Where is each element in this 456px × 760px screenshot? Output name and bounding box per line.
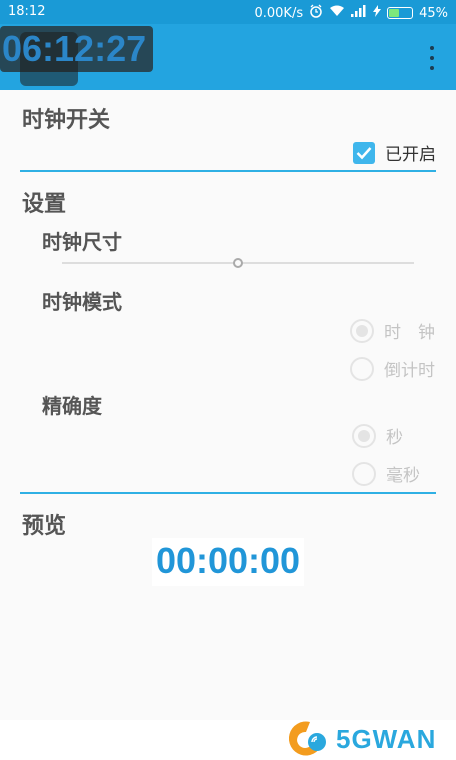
precision-option-seconds[interactable]: 秒 (352, 423, 403, 448)
network-speed: 0.00K/s (254, 5, 304, 21)
mode-option-clock[interactable]: 时 钟 (350, 318, 435, 343)
clock-enable-toggle[interactable]: 已开启 (353, 140, 436, 165)
status-bar: 18:12 0.00K/s 45% (0, 0, 456, 24)
charging-icon (373, 5, 382, 21)
signal-icon (351, 5, 367, 21)
alarm-icon (309, 4, 323, 22)
clock-mode-title: 时钟模式 (42, 290, 122, 314)
battery-icon (387, 7, 414, 19)
precision-seconds-label: 秒 (386, 428, 403, 448)
more-vert-icon[interactable] (428, 46, 436, 70)
status-icons: 0.00K/s 45% (254, 4, 448, 22)
settings-section-title: 设置 (22, 192, 67, 217)
divider-switch (20, 170, 436, 172)
divider-settings (20, 492, 436, 494)
switch-section-title: 时钟开关 (22, 108, 111, 133)
precision-ms-label: 毫秒 (386, 466, 420, 486)
enable-checkbox[interactable] (353, 141, 375, 164)
preview-clock-time: 00:00:00 (155, 540, 301, 581)
mode-countdown-radio[interactable] (350, 356, 374, 381)
watermark: 5GWAN (284, 718, 436, 760)
wifi-icon (329, 5, 345, 21)
preview-section-title: 预览 (22, 514, 67, 539)
precision-option-milliseconds[interactable]: 毫秒 (352, 461, 420, 486)
battery-percent: 45% (419, 5, 448, 21)
mode-countdown-label: 倒计时 (384, 361, 435, 381)
enable-checkbox-label: 已开启 (385, 145, 436, 165)
status-time: 18:12 (8, 4, 46, 19)
watermark-logo-icon (284, 718, 330, 760)
precision-seconds-radio[interactable] (352, 423, 376, 448)
clock-size-title: 时钟尺寸 (42, 230, 122, 254)
mode-clock-radio[interactable] (350, 318, 374, 343)
mode-option-countdown[interactable]: 倒计时 (350, 356, 435, 381)
clock-size-slider-thumb[interactable] (233, 258, 243, 268)
precision-title: 精确度 (42, 394, 102, 418)
mode-clock-label: 时 钟 (384, 323, 435, 343)
overlay-clock-time: 06:12:27 (2, 28, 147, 69)
precision-ms-radio[interactable] (352, 461, 376, 486)
floating-clock-overlay[interactable]: 06:12:27 (0, 26, 153, 86)
check-icon (356, 146, 372, 159)
watermark-brand: 5GWAN (336, 723, 437, 754)
preview-clock: 00:00:00 (152, 538, 304, 586)
